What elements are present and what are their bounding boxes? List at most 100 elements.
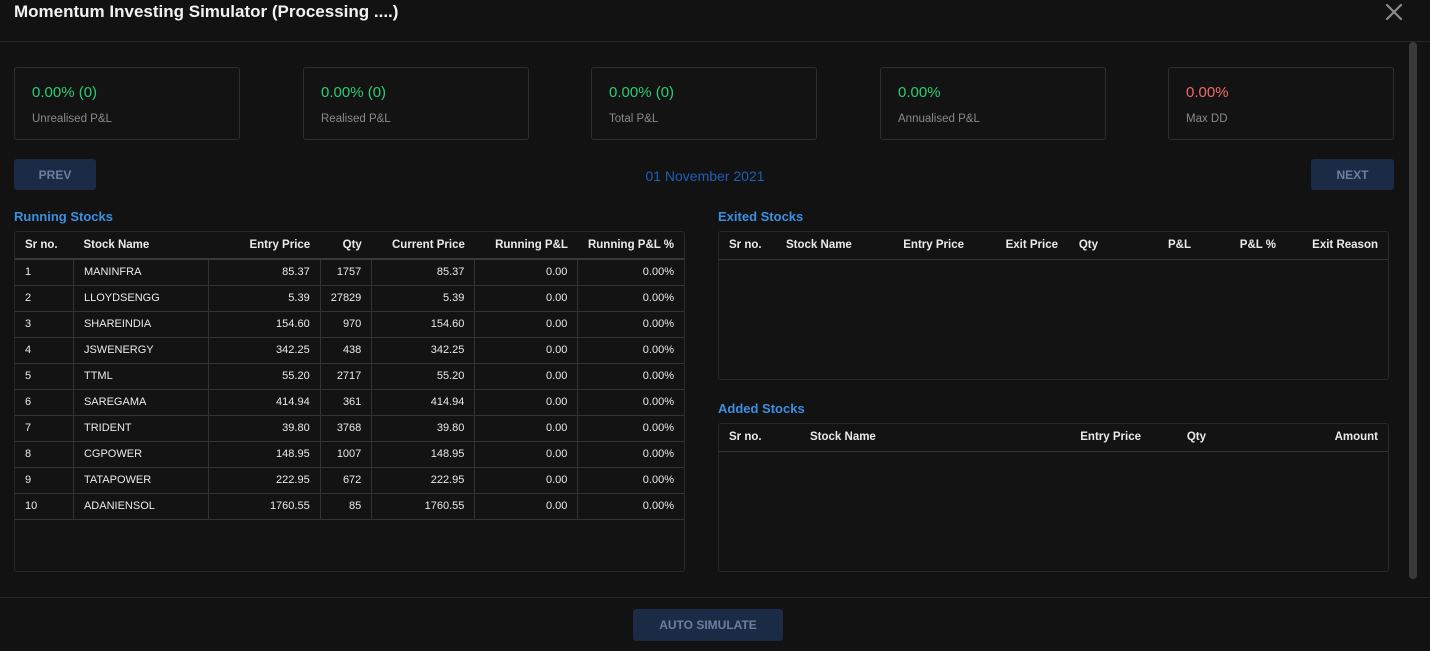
cell-sr-no: 3 xyxy=(15,311,74,338)
summary-card-realised: 0.00% (0) Realised P&L xyxy=(303,67,529,140)
cell-entry-price: 222.95 xyxy=(208,467,321,494)
cell-stock-name: TATAPOWER xyxy=(73,467,209,494)
col-entry-price[interactable]: Entry Price xyxy=(1047,424,1151,452)
col-amount[interactable]: Amount xyxy=(1216,424,1388,452)
cell-running-pnl-pct: 0.00% xyxy=(577,467,684,494)
col-exit-reason[interactable]: Exit Reason xyxy=(1286,232,1388,260)
summary-card-unrealised: 0.00% (0) Unrealised P&L xyxy=(14,67,240,140)
col-running-pnl[interactable]: Running P&L xyxy=(474,232,578,260)
cell-current-price: 5.39 xyxy=(371,285,476,312)
cell-entry-price: 1760.55 xyxy=(208,493,321,520)
cell-running-pnl-pct: 0.00% xyxy=(577,363,684,390)
added-stocks-title: Added Stocks xyxy=(718,401,805,416)
table-row[interactable]: 1 MANINFRA 85.37 1757 85.37 0.00 0.00% xyxy=(15,259,684,286)
table-row[interactable]: 9 TATAPOWER 222.95 672 222.95 0.00 0.00% xyxy=(15,467,684,494)
table-row[interactable]: 7 TRIDENT 39.80 3768 39.80 0.00 0.00% xyxy=(15,415,684,442)
cell-entry-price: 55.20 xyxy=(208,363,321,390)
col-qty[interactable]: Qty xyxy=(1151,424,1216,452)
exited-stocks-panel: Sr no. Stock Name Entry Price Exit Price… xyxy=(718,231,1389,380)
next-button[interactable]: NEXT xyxy=(1311,159,1394,190)
cell-stock-name: CGPOWER xyxy=(73,441,209,468)
cell-current-price: 39.80 xyxy=(371,415,476,442)
summary-card-annualised: 0.00% Annualised P&L xyxy=(880,67,1106,140)
col-exit-price[interactable]: Exit Price xyxy=(974,232,1068,260)
summary-label: Realised P&L xyxy=(321,113,391,125)
cell-running-pnl-pct: 0.00% xyxy=(577,493,684,520)
cell-qty: 438 xyxy=(320,337,373,364)
cell-sr-no: 5 xyxy=(15,363,74,390)
col-sr-no[interactable]: Sr no. xyxy=(719,232,776,260)
col-stock-name[interactable]: Stock Name xyxy=(73,232,209,260)
added-stocks-panel: Sr no. Stock Name Entry Price Qty Amount xyxy=(718,423,1389,572)
cell-stock-name: SHAREINDIA xyxy=(73,311,209,338)
cell-running-pnl: 0.00 xyxy=(474,389,579,416)
cell-sr-no: 7 xyxy=(15,415,74,442)
modal-header: Momentum Investing Simulator (Processing… xyxy=(0,0,1430,42)
exited-stocks-table: Sr no. Stock Name Entry Price Exit Price… xyxy=(719,232,1388,260)
table-header-row: Sr no. Stock Name Entry Price Qty Curren… xyxy=(15,232,684,260)
added-stocks-table: Sr no. Stock Name Entry Price Qty Amount xyxy=(719,424,1388,452)
cell-running-pnl: 0.00 xyxy=(474,363,579,390)
cell-stock-name: JSWENERGY xyxy=(73,337,209,364)
table-header-row: Sr no. Stock Name Entry Price Qty Amount xyxy=(719,424,1388,452)
auto-simulate-button[interactable]: AUTO SIMULATE xyxy=(633,609,783,641)
col-stock-name[interactable]: Stock Name xyxy=(800,424,1047,452)
col-pnl[interactable]: P&L xyxy=(1108,232,1201,260)
cell-running-pnl-pct: 0.00% xyxy=(577,337,684,364)
col-running-pnl-pct[interactable]: Running P&L % xyxy=(577,232,684,260)
summary-label: Unrealised P&L xyxy=(32,113,112,125)
prev-button[interactable]: PREV xyxy=(14,159,96,190)
table-row[interactable]: 3 SHAREINDIA 154.60 970 154.60 0.00 0.00% xyxy=(15,311,684,338)
running-stocks-panel: Sr no. Stock Name Entry Price Qty Curren… xyxy=(14,231,685,572)
vertical-scrollbar[interactable] xyxy=(1409,42,1417,579)
cell-entry-price: 39.80 xyxy=(208,415,321,442)
table-header-row: Sr no. Stock Name Entry Price Exit Price… xyxy=(719,232,1388,260)
cell-running-pnl-pct: 0.00% xyxy=(577,415,684,442)
cell-entry-price: 5.39 xyxy=(208,285,321,312)
cell-qty: 361 xyxy=(320,389,373,416)
table-row[interactable]: 6 SAREGAMA 414.94 361 414.94 0.00 0.00% xyxy=(15,389,684,416)
close-icon[interactable] xyxy=(1382,0,1406,24)
running-stocks-table: Sr no. Stock Name Entry Price Qty Curren… xyxy=(15,232,684,520)
col-pnl-pct[interactable]: P&L % xyxy=(1201,232,1286,260)
cell-current-price: 222.95 xyxy=(371,467,476,494)
cell-running-pnl: 0.00 xyxy=(474,441,579,468)
table-row[interactable]: 10 ADANIENSOL 1760.55 85 1760.55 0.00 0.00% xyxy=(15,493,684,520)
cell-sr-no: 9 xyxy=(15,467,74,494)
summary-value: 0.00% (0) xyxy=(32,84,98,101)
cell-running-pnl: 0.00 xyxy=(474,493,579,520)
cell-stock-name: ADANIENSOL xyxy=(73,493,209,520)
cell-sr-no: 4 xyxy=(15,337,74,364)
cell-qty: 1007 xyxy=(320,441,373,468)
exited-stocks-title: Exited Stocks xyxy=(718,209,804,224)
summary-value: 0.00% xyxy=(1186,84,1229,101)
cell-sr-no: 2 xyxy=(15,285,74,312)
cell-qty: 27829 xyxy=(320,285,373,312)
col-current-price[interactable]: Current Price xyxy=(371,232,475,260)
cell-qty: 85 xyxy=(320,493,373,520)
col-stock-name[interactable]: Stock Name xyxy=(776,232,888,260)
table-row[interactable]: 4 JSWENERGY 342.25 438 342.25 0.00 0.00% xyxy=(15,337,684,364)
cell-stock-name: SAREGAMA xyxy=(73,389,209,416)
summary-label: Annualised P&L xyxy=(898,113,980,125)
cell-qty: 2717 xyxy=(320,363,373,390)
cell-entry-price: 414.94 xyxy=(208,389,321,416)
cell-sr-no: 8 xyxy=(15,441,74,468)
table-row[interactable]: 2 LLOYDSENGG 5.39 27829 5.39 0.00 0.00% xyxy=(15,285,684,312)
cell-current-price: 148.95 xyxy=(371,441,476,468)
col-qty[interactable]: Qty xyxy=(320,232,372,260)
summary-value: 0.00% (0) xyxy=(321,84,387,101)
cell-current-price: 1760.55 xyxy=(371,493,476,520)
table-row[interactable]: 8 CGPOWER 148.95 1007 148.95 0.00 0.00% xyxy=(15,441,684,468)
summary-value: 0.00% xyxy=(898,84,941,101)
table-row[interactable]: 5 TTML 55.20 2717 55.20 0.00 0.00% xyxy=(15,363,684,390)
running-stocks-body: 1 MANINFRA 85.37 1757 85.37 0.00 0.00% 2 LLOYDSE… xyxy=(15,259,684,520)
col-sr-no[interactable]: Sr no. xyxy=(719,424,800,452)
cell-running-pnl: 0.00 xyxy=(474,259,579,286)
col-entry-price[interactable]: Entry Price xyxy=(888,232,974,260)
col-qty[interactable]: Qty xyxy=(1068,232,1108,260)
col-entry-price[interactable]: Entry Price xyxy=(208,232,321,260)
col-sr-no[interactable]: Sr no. xyxy=(15,232,74,260)
cell-running-pnl-pct: 0.00% xyxy=(577,389,684,416)
cell-current-price: 342.25 xyxy=(371,337,476,364)
